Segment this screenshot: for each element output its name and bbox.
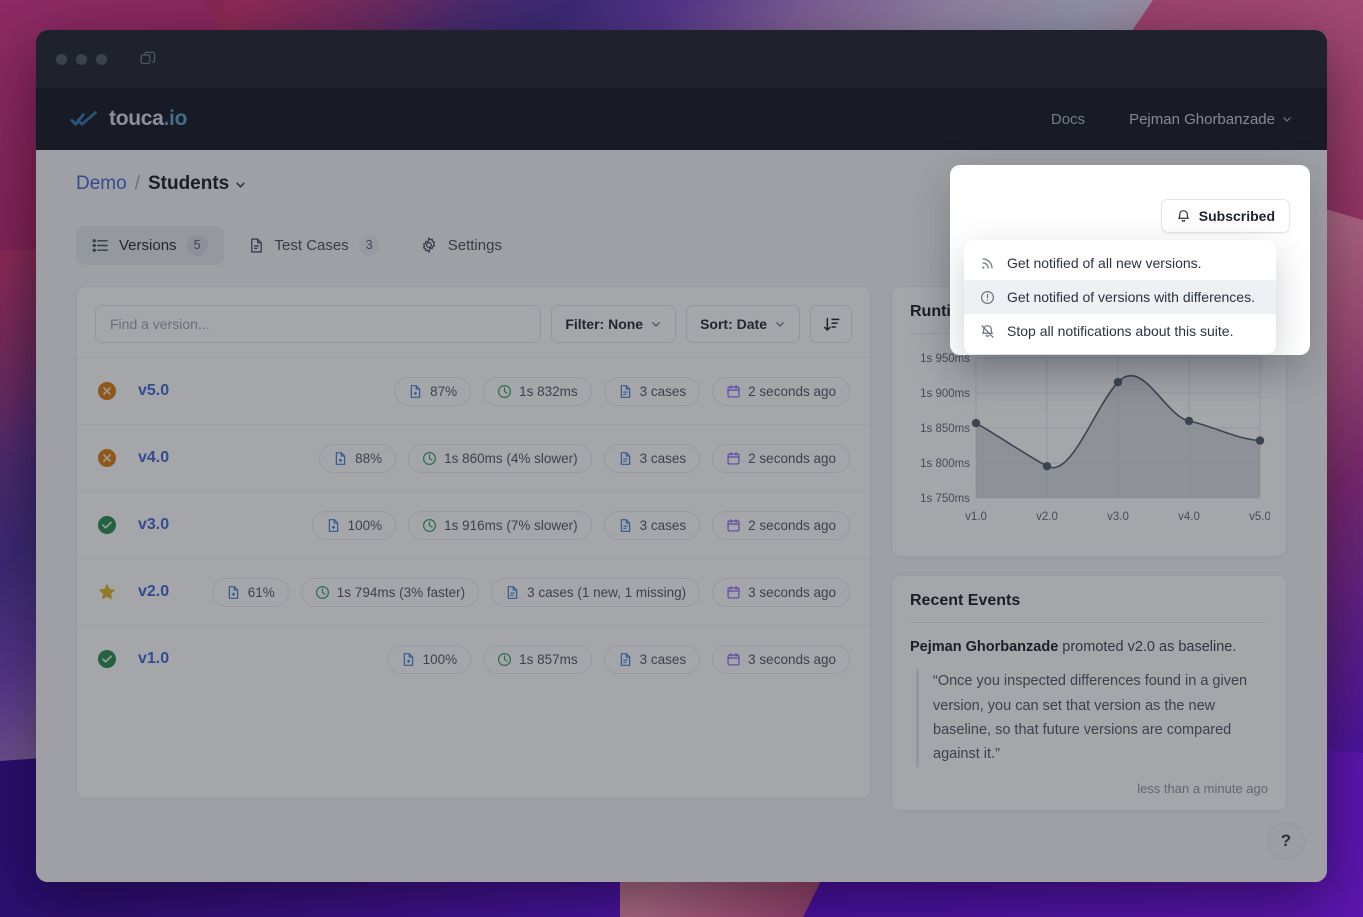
menu-item-with-differences[interactable]: Get notified of versions with difference…: [964, 280, 1276, 314]
modal-overlay[interactable]: [36, 30, 1327, 882]
menu-item-label: Get notified of versions with difference…: [1007, 289, 1255, 305]
menu-item-label: Get notified of all new versions.: [1007, 255, 1202, 271]
menu-item-all-versions[interactable]: Get notified of all new versions.: [964, 246, 1276, 280]
notification-menu: Get notified of all new versions. Get no…: [964, 240, 1276, 354]
subscribed-button[interactable]: Subscribed: [1160, 199, 1290, 233]
subscribed-button-label: Subscribed: [1198, 208, 1275, 224]
menu-item-stop-notifications[interactable]: Stop all notifications about this suite.: [964, 314, 1276, 348]
rss-icon: [982, 257, 993, 269]
menu-item-label: Stop all notifications about this suite.: [1007, 323, 1234, 339]
bell-slash-icon: [981, 324, 994, 338]
bell-icon: [1177, 209, 1189, 222]
browser-window: touca.io Docs Pejman Ghorbanzade Demo / …: [36, 30, 1327, 882]
exclamation-circle-icon: [980, 290, 995, 304]
